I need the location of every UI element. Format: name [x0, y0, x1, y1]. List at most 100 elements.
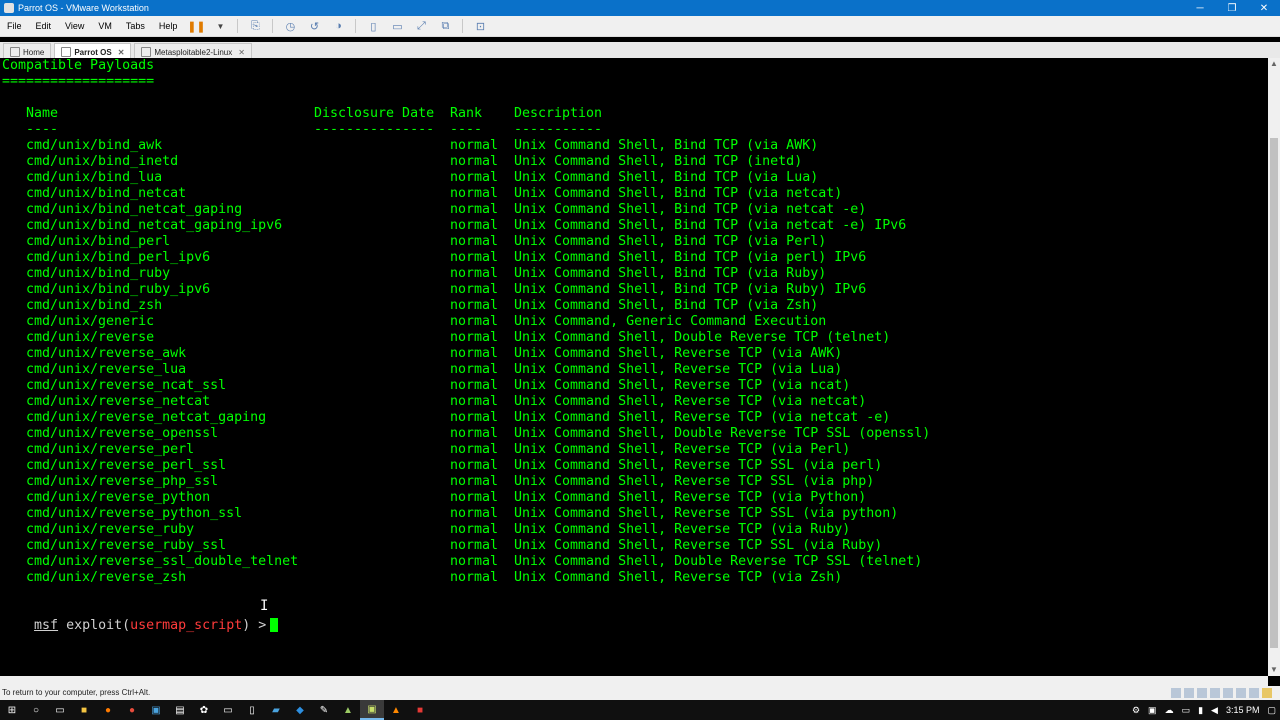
snapshot-manager-icon[interactable]: ◑ [330, 19, 346, 33]
pause-icon[interactable]: ❚❚ [187, 19, 205, 33]
powershell-icon[interactable]: ▰ [264, 700, 288, 720]
usb-icon[interactable] [1210, 688, 1220, 698]
cdrom-icon[interactable] [1184, 688, 1194, 698]
android-icon[interactable]: ▲ [336, 700, 360, 720]
chrome-icon[interactable]: ● [120, 700, 144, 720]
payload-description: Unix Command Shell, Reverse TCP SSL (via… [514, 458, 883, 473]
payload-rank: normal [450, 346, 499, 361]
header-rule-description: ----------- [514, 122, 603, 137]
payload-description: Unix Command Shell, Bind TCP (via Ruby) … [514, 282, 867, 297]
home-icon [10, 47, 20, 57]
network-icon[interactable] [1197, 688, 1207, 698]
menu-tabs[interactable]: Tabs [119, 21, 152, 31]
payload-rank: normal [450, 362, 499, 377]
calculator-icon[interactable]: ▯ [240, 700, 264, 720]
file-explorer-icon[interactable]: ■ [72, 700, 96, 720]
menu-edit[interactable]: Edit [29, 21, 59, 31]
close-tab-icon[interactable]: ✕ [238, 48, 245, 57]
scrollbar-thumb[interactable] [1270, 138, 1278, 648]
fullscreen-icon[interactable]: ⤢ [413, 19, 429, 33]
payload-description: Unix Command Shell, Reverse TCP (via AWK… [514, 346, 843, 361]
menu-file[interactable]: File [0, 21, 29, 31]
payload-name: cmd/unix/reverse_ssl_double_telnet [26, 554, 299, 569]
unity-icon[interactable]: ⧉ [437, 19, 453, 33]
payload-rank: normal [450, 202, 499, 217]
tray-app-icon[interactable]: ⚙ [1132, 705, 1140, 716]
payload-name: cmd/unix/reverse_python_ssl [26, 506, 243, 521]
chevron-down-icon[interactable]: ▼ [212, 19, 228, 33]
display-icon[interactable] [1249, 688, 1259, 698]
vscode-icon[interactable]: ◆ [288, 700, 312, 720]
minimize-button[interactable]: ─ [1184, 3, 1216, 14]
volume-icon[interactable]: ◀ [1211, 705, 1218, 716]
msf-prompt[interactable]: msf exploit(usermap_script) > [2, 602, 279, 633]
printer-icon[interactable] [1236, 688, 1246, 698]
editor-app-icon[interactable]: ✎ [312, 700, 336, 720]
payload-rank: normal [450, 298, 499, 313]
close-button[interactable]: ✕ [1248, 3, 1280, 14]
network-tray-icon[interactable]: ▮ [1198, 705, 1203, 716]
section-underline: =================== [2, 74, 155, 89]
snapshot-icon[interactable]: ◷ [282, 19, 298, 33]
payload-rank: normal [450, 314, 499, 329]
sidebar-toggle-icon[interactable]: ▯ [365, 19, 381, 33]
status-bar: To return to your computer, press Ctrl+A… [0, 686, 1280, 700]
task-view-icon[interactable]: ▭ [48, 700, 72, 720]
payload-rank: normal [450, 234, 499, 249]
menu-vm[interactable]: VM [91, 21, 119, 31]
payload-description: Unix Command Shell, Bind TCP (via netcat… [514, 186, 843, 201]
menu-help[interactable]: Help [152, 21, 185, 31]
settings-icon[interactable]: ✿ [192, 700, 216, 720]
app-icon[interactable]: ▤ [168, 700, 192, 720]
close-tab-icon[interactable]: ✕ [118, 48, 125, 57]
terminal-app-icon[interactable]: ▭ [216, 700, 240, 720]
column-header-name: Name [26, 106, 59, 121]
stretch-guest-icon[interactable]: ⊡ [472, 19, 488, 33]
payload-name: cmd/unix/reverse_ruby_ssl [26, 538, 227, 553]
tray-cloud-icon[interactable]: ☁ [1165, 705, 1174, 716]
payload-name: cmd/unix/bind_perl [26, 234, 171, 249]
recorder-icon[interactable]: ■ [408, 700, 432, 720]
hdd-icon[interactable] [1171, 688, 1181, 698]
tray-vmware-icon[interactable]: ▣ [1148, 705, 1157, 716]
notifications-icon[interactable]: ▢ [1267, 705, 1276, 716]
payload-rank: normal [450, 330, 499, 345]
scroll-down-icon[interactable]: ▼ [1268, 664, 1280, 676]
payload-description: Unix Command Shell, Double Reverse TCP (… [514, 330, 891, 345]
payload-rank: normal [450, 266, 499, 281]
payload-name: cmd/unix/bind_ruby [26, 266, 171, 281]
search-icon[interactable]: ○ [24, 700, 48, 720]
payload-name: cmd/unix/bind_perl_ipv6 [26, 250, 211, 265]
message-icon[interactable] [1262, 688, 1272, 698]
payload-name: cmd/unix/bind_netcat_gaping_ipv6 [26, 218, 283, 233]
maximize-button[interactable]: ❐ [1216, 3, 1248, 14]
vertical-scrollbar[interactable]: ▲ ▼ [1268, 58, 1280, 676]
start-button-icon[interactable]: ⊞ [0, 700, 24, 720]
clock[interactable]: 3:15 PM [1226, 705, 1260, 715]
battery-icon[interactable]: ▭ [1182, 705, 1191, 716]
payload-description: Unix Command Shell, Reverse TCP (via Lua… [514, 362, 843, 377]
payload-description: Unix Command, Generic Command Execution [514, 314, 827, 329]
menu-view[interactable]: View [58, 21, 91, 31]
header-rule-rank: ---- [450, 122, 483, 137]
payload-description: Unix Command Shell, Reverse TCP (via Zsh… [514, 570, 843, 585]
payload-description: Unix Command Shell, Reverse TCP SSL (via… [514, 474, 875, 489]
vmware-icon [4, 3, 14, 13]
header-rule-name: ---- [26, 122, 59, 137]
payload-name: cmd/unix/reverse_ncat_ssl [26, 378, 227, 393]
remote-desktop-icon[interactable]: ▣ [144, 700, 168, 720]
horizontal-scrollbar[interactable] [0, 676, 1268, 686]
console-view-icon[interactable]: ▭ [389, 19, 405, 33]
revert-snapshot-icon[interactable]: ↺ [306, 19, 322, 33]
vmware-taskbar-icon[interactable]: ▣ [360, 700, 384, 720]
menu-bar: File Edit View VM Tabs Help ❚❚ ▼ ⎘ ◷ ↺ ◑… [0, 16, 1280, 37]
firefox-icon[interactable]: ● [96, 700, 120, 720]
terminal-console[interactable]: Compatible Payloads =================== … [0, 58, 1268, 676]
payload-description: Unix Command Shell, Bind TCP (via AWK) [514, 138, 819, 153]
prompt-exploit-label: exploit( [66, 618, 131, 633]
scroll-up-icon[interactable]: ▲ [1268, 58, 1280, 70]
windows-taskbar: ⊞ ○ ▭ ■ ● ● ▣ ▤ ✿ ▭ ▯ ▰ ◆ ✎ ▲ ▣ ▲ ■ ⚙ ▣ … [0, 700, 1280, 720]
send-keys-icon[interactable]: ⎘ [247, 19, 263, 33]
vlc-icon[interactable]: ▲ [384, 700, 408, 720]
sound-icon[interactable] [1223, 688, 1233, 698]
